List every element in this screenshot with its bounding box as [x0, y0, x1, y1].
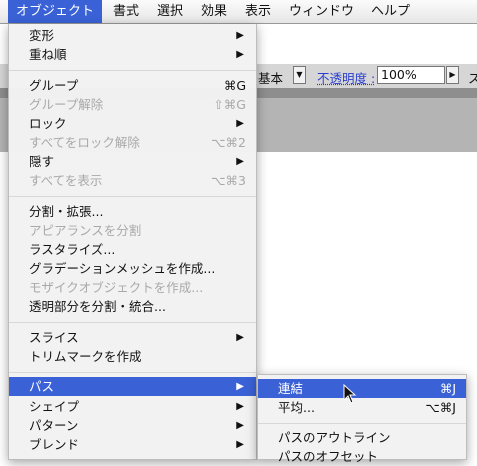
- menu-separator: [9, 70, 256, 71]
- menu-bar: オブジェクト 書式 選択 効果 表示 ウィンドウ ヘルプ: [0, 0, 477, 24]
- menu-item-path[interactable]: パス ▶: [9, 377, 256, 396]
- shortcut-label: ⌘J: [439, 381, 456, 396]
- opacity-dropdown-icon[interactable]: ▶: [446, 66, 459, 84]
- menu-item-slice[interactable]: スライス ▶: [9, 328, 256, 347]
- submenu-arrow-icon: ▶: [236, 118, 244, 129]
- menu-item-create-trim-marks[interactable]: トリムマークを作成: [9, 347, 256, 366]
- shortcut-label: ⌥⌘3: [211, 173, 246, 188]
- menu-item-average[interactable]: 平均... ⌥⌘J: [258, 398, 466, 417]
- menu-item-expand[interactable]: 分割・拡張...: [9, 202, 256, 221]
- submenu-arrow-icon: ▶: [236, 30, 244, 41]
- menu-item-create-gradient-mesh[interactable]: グラデーションメッシュを作成...: [9, 259, 256, 278]
- menu-item-transform[interactable]: 変形 ▶: [9, 26, 256, 45]
- menubar-item-view[interactable]: 表示: [237, 0, 279, 23]
- shortcut-label: ⇧⌘G: [213, 97, 246, 112]
- menu-item-group[interactable]: グループ ⌘G: [9, 76, 256, 95]
- menu-item-lock[interactable]: ロック ▶: [9, 114, 256, 133]
- shortcut-label: ⌥⌘J: [425, 400, 456, 415]
- menu-item-rasterize[interactable]: ラスタライズ...: [9, 240, 256, 259]
- menu-separator: [9, 322, 256, 323]
- menubar-item-type[interactable]: 書式: [105, 0, 147, 23]
- menu-item-outline-stroke[interactable]: パスのアウトライン: [258, 428, 466, 447]
- menubar-item-select[interactable]: 選択: [149, 0, 191, 23]
- menu-item-ungroup: グループ解除 ⇧⌘G: [29, 97, 246, 112]
- menu-item-join[interactable]: 連結 ⌘J: [258, 379, 466, 398]
- opacity-label[interactable]: 不透明度 :: [317, 68, 375, 87]
- submenu-arrow-icon: ▶: [236, 49, 244, 60]
- menubar-item-window[interactable]: ウィンドウ: [281, 0, 362, 23]
- shortcut-label: ⌥⌘2: [211, 135, 246, 150]
- menu-separator: [9, 372, 256, 373]
- submenu-arrow-icon: ▶: [236, 439, 244, 450]
- shortcut-label: ⌘G: [223, 78, 246, 93]
- stroke-style-dropdown-icon[interactable]: ▼: [293, 66, 306, 84]
- menubar-item-effect[interactable]: 効果: [193, 0, 235, 23]
- submenu-arrow-icon: ▶: [236, 332, 244, 343]
- submenu-arrow-icon: ▶: [236, 401, 244, 412]
- menu-separator: [9, 196, 256, 197]
- object-menu: 変形 ▶ 重ね順 ▶ グループ ⌘G グループ解除 ⇧⌘G ロック ▶ すべてをロック解除…: [8, 24, 257, 460]
- submenu-arrow-icon: ▶: [236, 156, 244, 167]
- menubar-item-help[interactable]: ヘルプ: [363, 0, 418, 23]
- menu-item-create-object-mosaic: モザイクオブジェクトを作成...: [29, 280, 204, 295]
- submenu-arrow-icon: ▶: [236, 420, 244, 431]
- menu-item-shape[interactable]: シェイプ ▶: [9, 397, 256, 416]
- menubar-item-object[interactable]: オブジェクト: [8, 0, 103, 23]
- stroke-style-select[interactable]: 基本: [258, 68, 283, 87]
- menu-item-expand-appearance: アピアランスを分割: [29, 223, 142, 238]
- menu-item-arrange[interactable]: 重ね順 ▶: [9, 45, 256, 64]
- opacity-input[interactable]: 100%: [377, 66, 445, 84]
- submenu-arrow-icon: ▶: [236, 381, 244, 392]
- menu-item-show-all: すべてを表示 ⌥⌘3: [29, 173, 246, 188]
- toolbar-trailing-label: ス: [468, 71, 477, 86]
- menu-item-offset-path[interactable]: パスのオフセット: [258, 447, 466, 466]
- menu-item-flatten-transparency[interactable]: 透明部分を分割・統合...: [9, 297, 256, 316]
- path-submenu: 連結 ⌘J 平均... ⌥⌘J パスのアウトライン パスのオフセット: [257, 374, 467, 464]
- menu-item-blend[interactable]: ブレンド ▶: [9, 435, 256, 454]
- menu-item-pattern[interactable]: パターン ▶: [9, 416, 256, 435]
- menu-item-hide[interactable]: 隠す ▶: [9, 152, 256, 171]
- arrow-pointer-icon: [343, 384, 357, 404]
- menu-item-unlock-all: すべてをロック解除 ⌥⌘2: [29, 135, 246, 150]
- menu-separator: [258, 423, 466, 424]
